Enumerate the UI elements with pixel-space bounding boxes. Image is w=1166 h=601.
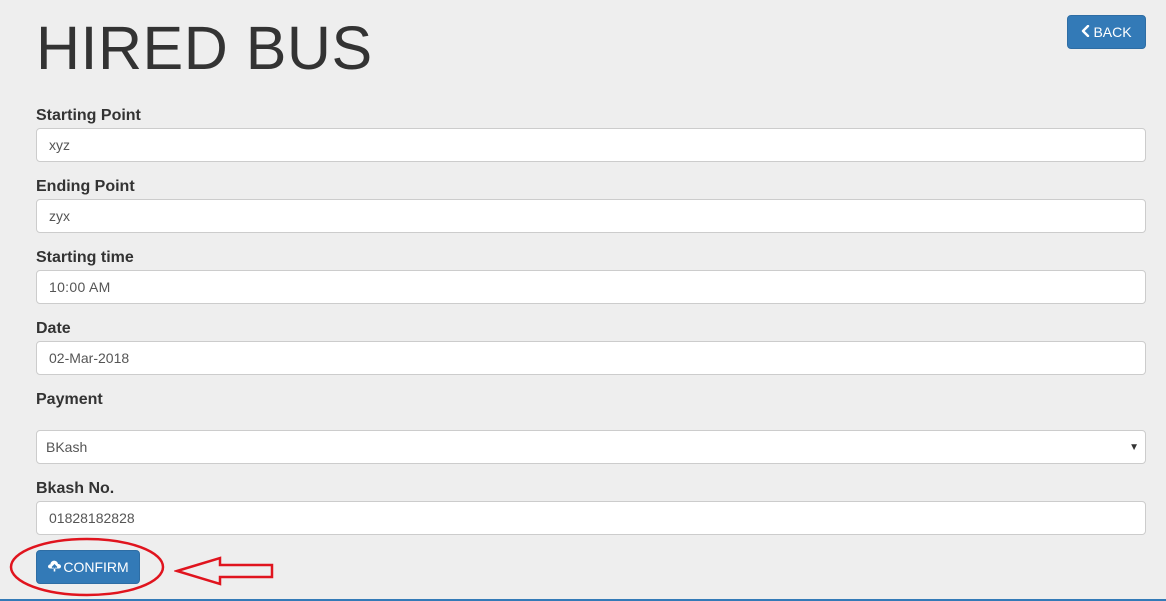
payment-selected-value: BKash	[46, 439, 88, 455]
back-button[interactable]: BACK	[1067, 15, 1146, 49]
starting-time-label: Starting time	[36, 249, 134, 266]
date-label: Date	[36, 320, 71, 337]
starting-point-value: xyz	[49, 137, 70, 153]
chevron-left-icon	[1081, 24, 1090, 40]
date-input[interactable]: 02-Mar-2018	[36, 341, 1146, 375]
starting-point-label: Starting Point	[36, 107, 141, 124]
date-value: 02-Mar-2018	[49, 350, 130, 366]
starting-time-value: 10:00 AM	[49, 279, 111, 295]
payment-select[interactable]: BKash ▼	[36, 430, 1146, 464]
starting-time-input[interactable]: 10:00 AM	[36, 270, 1146, 304]
back-button-label: BACK	[1093, 24, 1132, 40]
annotation-ellipse	[9, 537, 165, 597]
bkash-no-label: Bkash No.	[36, 480, 115, 497]
bkash-no-value: 01828182828	[49, 510, 135, 526]
ending-point-value: zyx	[49, 208, 70, 224]
page-title: HIRED BUS	[36, 14, 373, 82]
caret-down-icon: ▼	[1129, 442, 1139, 453]
starting-point-input[interactable]: xyz	[36, 128, 1146, 162]
payment-label: Payment	[36, 391, 103, 408]
ending-point-label: Ending Point	[36, 178, 135, 195]
bkash-no-input[interactable]: 01828182828	[36, 501, 1146, 535]
ending-point-input[interactable]: zyx	[36, 199, 1146, 233]
annotation-arrow-icon	[174, 556, 274, 586]
